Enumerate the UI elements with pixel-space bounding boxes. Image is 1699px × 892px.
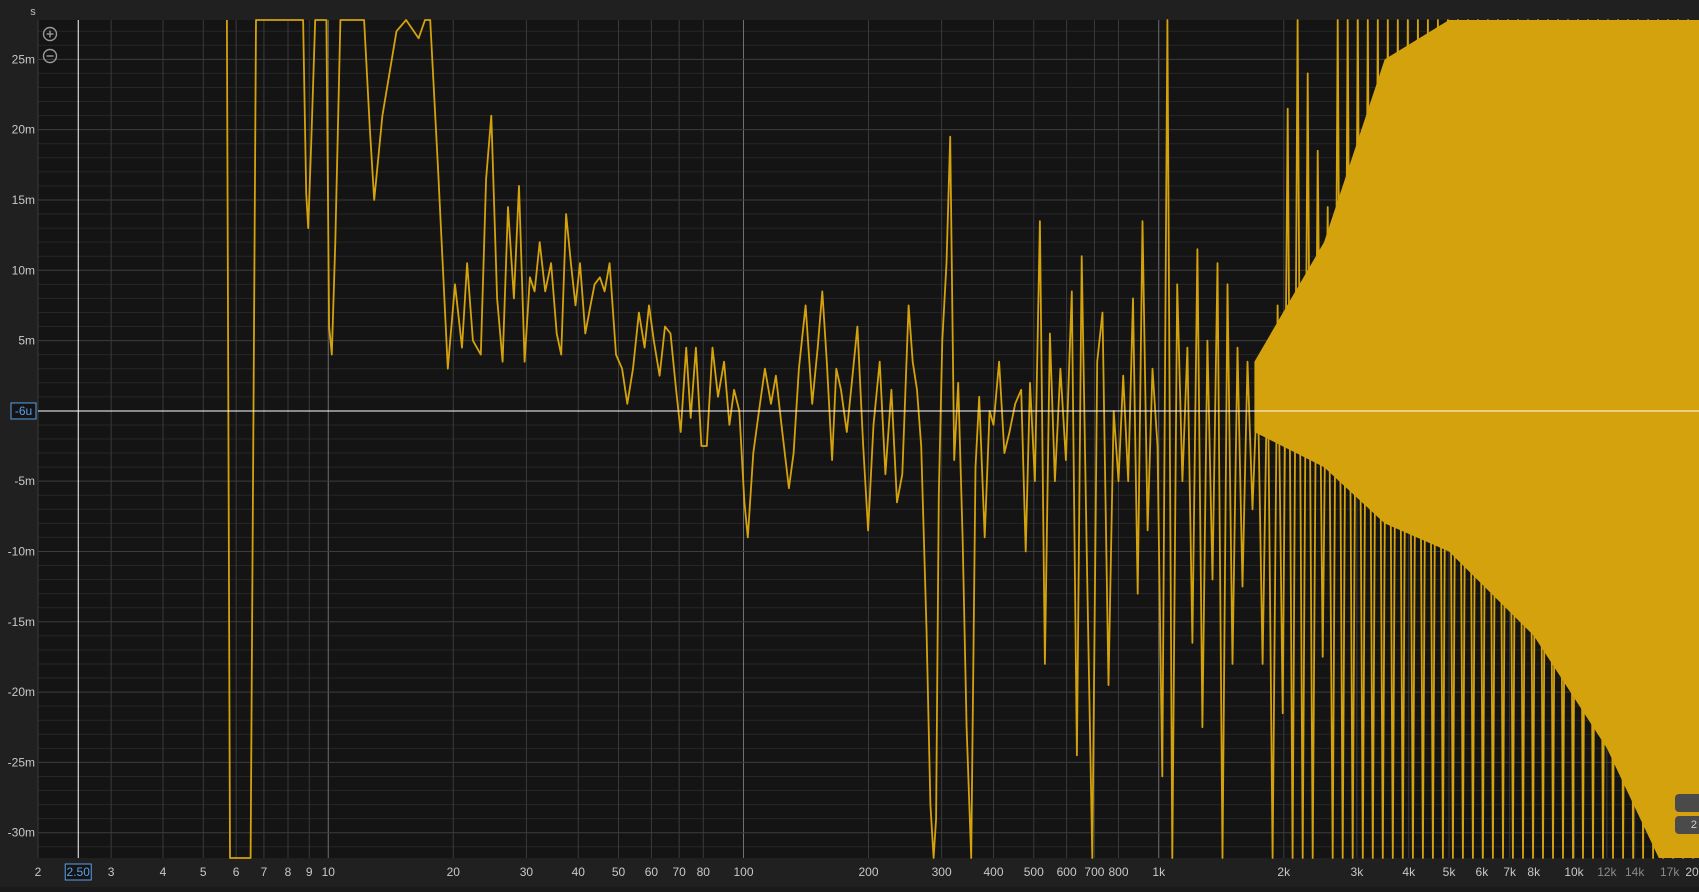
- x-tick-label: 200: [858, 865, 878, 879]
- x-tick-label: 300: [932, 865, 952, 879]
- x-tick-label: 60: [645, 865, 659, 879]
- y-unit-label: s: [30, 6, 36, 18]
- x-tick-label: 600: [1057, 865, 1077, 879]
- y-tick-label: -15m: [8, 615, 35, 629]
- x-tick-label: 40: [572, 865, 586, 879]
- y-tick-label: 20m: [12, 123, 35, 137]
- y-tick-label: 25m: [12, 52, 35, 66]
- x-tick-label: 7: [261, 865, 268, 879]
- x-tick-label: 5: [200, 865, 207, 879]
- x-tick-label: 50: [612, 865, 626, 879]
- x-tick-label: 8: [285, 865, 292, 879]
- side-tab-2[interactable]: 2: [1675, 816, 1699, 834]
- x-tick-label: 17k: [1660, 865, 1680, 879]
- x-tick-label: 7k: [1503, 865, 1517, 879]
- x-tick-label: 20: [1685, 865, 1699, 879]
- x-tick-label: 70: [672, 865, 686, 879]
- x-tick-label: 20: [447, 865, 461, 879]
- x-tick-label: 2: [35, 865, 42, 879]
- x-tick-label: 10k: [1564, 865, 1584, 879]
- chart-container: -6u 2.50 2 3 4 5 6 7 8 9 10 20 30 40 50 60 70 80 100 200 30…: [0, 0, 1699, 887]
- x-tick-label: 100: [733, 865, 753, 879]
- x-axis-labels: 2 3 4 5 6 7 8 9 10 20 30 40 50 60 70 80 100 200 300 400 500 6…: [35, 865, 1699, 879]
- x-tick-label: 12k: [1597, 865, 1617, 879]
- x-tick-label: 4k: [1402, 865, 1416, 879]
- cursor-x-label: 2.50: [67, 865, 91, 879]
- x-tick-label: 4: [160, 865, 167, 879]
- x-tick-label: 6: [233, 865, 240, 879]
- side-tab-1[interactable]: [1675, 794, 1699, 812]
- y-tick-label: -20m: [8, 685, 35, 699]
- y-tick-label: -25m: [8, 755, 35, 769]
- x-tick-label: 2k: [1277, 865, 1291, 879]
- x-tick-label: 400: [983, 865, 1003, 879]
- x-tick-label: 80: [697, 865, 711, 879]
- y-tick-label: -30m: [8, 826, 35, 840]
- x-tick-label: 10: [322, 865, 336, 879]
- x-tick-label: 6k: [1476, 865, 1490, 879]
- x-tick-label: 5k: [1443, 865, 1457, 879]
- group-delay-chart[interactable]: -6u 2.50 2 3 4 5 6 7 8 9 10 20 30 40 50 60 70 80 100 200 30…: [0, 0, 1699, 887]
- y-tick-label: -5m: [14, 474, 35, 488]
- x-tick-label: 500: [1024, 865, 1044, 879]
- x-tick-label: 8k: [1527, 865, 1541, 879]
- y-tick-label: -10m: [8, 544, 35, 558]
- x-tick-label: 9: [306, 865, 313, 879]
- y-tick-label: 5m: [18, 334, 35, 348]
- cursor-y-label: -6u: [15, 404, 32, 418]
- y-tick-label: 10m: [12, 263, 35, 277]
- x-tick-label: 800: [1108, 865, 1128, 879]
- x-tick-label: 3k: [1351, 865, 1365, 879]
- x-tick-label: 30: [520, 865, 534, 879]
- x-tick-label: 1k: [1152, 865, 1166, 879]
- x-tick-label: 3: [108, 865, 115, 879]
- x-tick-label: 700: [1084, 865, 1104, 879]
- y-tick-label: 15m: [12, 193, 35, 207]
- x-tick-label: 14k: [1625, 865, 1645, 879]
